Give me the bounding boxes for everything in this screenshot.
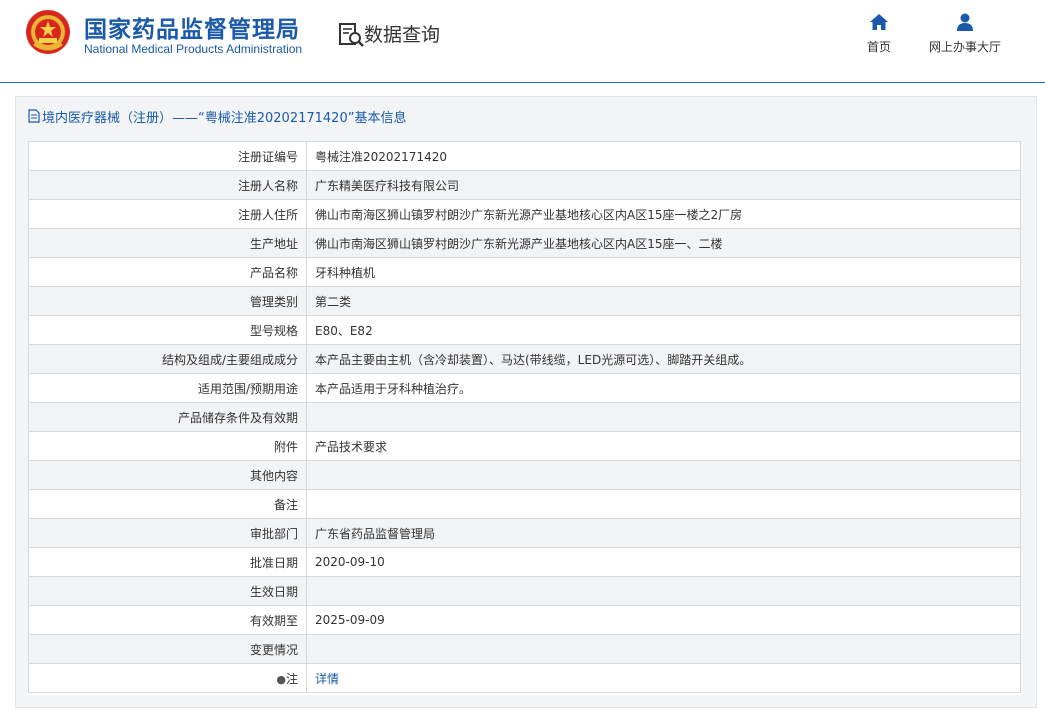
field-value: 第二类 — [306, 286, 1021, 316]
note-value-cell: 详情 — [306, 663, 1021, 693]
table-row: 型号规格 E80、E82 — [28, 315, 1021, 345]
table-row: 生效日期 — [28, 576, 1021, 606]
field-label: 适用范围/预期用途 — [28, 373, 307, 403]
field-label: 有效期至 — [28, 605, 307, 635]
field-value: 本产品适用于牙科种植治疗。 — [306, 373, 1021, 403]
field-value: E80、E82 — [306, 315, 1021, 345]
data-query-icon — [339, 23, 364, 47]
home-icon — [870, 14, 888, 30]
field-label: 型号规格 — [28, 315, 307, 345]
field-value: 佛山市南海区狮山镇罗村朗沙广东新光源产业基地核心区内A区15座一楼之2厂房 — [306, 199, 1021, 229]
site-title[interactable]: 国家药品监督管理局 — [84, 10, 300, 44]
field-value: 佛山市南海区狮山镇罗村朗沙广东新光源产业基地核心区内A区15座一、二楼 — [306, 228, 1021, 258]
field-value: 广东精美医疗科技有限公司 — [306, 170, 1021, 200]
detail-panel: 境内医疗器械（注册）——“粤械注准20202171420”基本信息 注册证编号粤… — [15, 96, 1037, 708]
field-value — [306, 634, 1021, 664]
panel-title: 境内医疗器械（注册）——“粤械注准20202171420”基本信息 — [28, 106, 406, 126]
field-value: 产品技术要求 — [306, 431, 1021, 461]
national-emblem-icon — [26, 10, 70, 54]
field-value — [306, 402, 1021, 432]
field-value: 2025-09-09 — [306, 605, 1021, 635]
table-row: 注册人名称 广东精美医疗科技有限公司 — [28, 170, 1021, 200]
field-value — [306, 489, 1021, 519]
field-label: 生产地址 — [28, 228, 307, 258]
table-row: 生产地址 佛山市南海区狮山镇罗村朗沙广东新光源产业基地核心区内A区15座一、二楼 — [28, 228, 1021, 258]
nav-home[interactable]: 首页 — [862, 12, 896, 55]
table-row: 有效期至 2025-09-09 — [28, 605, 1021, 635]
table-row: 变更情况 — [28, 634, 1021, 664]
field-value: 牙科种植机 — [306, 257, 1021, 287]
nav-online-hall-label: 网上办事大厅 — [928, 40, 1001, 54]
field-value — [306, 460, 1021, 490]
field-label: 产品储存条件及有效期 — [28, 402, 307, 432]
field-label: 管理类别 — [28, 286, 307, 316]
panel-title-text: 境内医疗器械（注册）——“粤械注准20202171420”基本信息 — [42, 110, 407, 126]
field-label: 产品名称 — [28, 257, 307, 287]
site-subtitle[interactable]: National Medical Products Administration — [84, 42, 302, 56]
data-query-title: 数据查询 — [364, 24, 441, 46]
field-value — [306, 576, 1021, 606]
field-label: 结构及组成/主要组成成分 — [28, 344, 307, 374]
table-row: 审批部门 广东省药品监督管理局 — [28, 518, 1021, 548]
user-icon — [957, 13, 973, 31]
info-table-wrapper: 注册证编号 粤械注准20202171420 注册人名称 广东精美医疗科技有限公司 注册人… — [28, 141, 1021, 695]
pin-icon: ● — [276, 672, 286, 686]
table-row: 结构及组成/主要组成成分 本产品主要由主机（含冷却装置）、马达(带线缆，LED光源… — [28, 344, 1021, 374]
note-label: 注 — [285, 671, 298, 686]
document-icon — [28, 109, 40, 123]
table-row: 备注 — [28, 489, 1021, 519]
table-row: 注册人住所 佛山市南海区狮山镇罗村朗沙广东新光源产业基地核心区内A区15座一楼之2… — [28, 199, 1021, 229]
field-value: 粤械注准20202171420 — [306, 141, 1021, 171]
details-link[interactable]: 详情 — [315, 672, 339, 686]
nav-home-label: 首页 — [866, 40, 891, 54]
note-label-cell: ●注 — [28, 663, 307, 693]
field-value: 2020-09-10 — [306, 547, 1021, 577]
field-label: 批准日期 — [28, 547, 307, 577]
site-header: 国家药品监督管理局 National Medical Products Admi… — [0, 0, 1045, 83]
table-row: 产品储存条件及有效期 — [28, 402, 1021, 432]
field-label: 审批部门 — [28, 518, 307, 548]
field-label: 注册人名称 — [28, 170, 307, 200]
table-row: 其他内容 — [28, 460, 1021, 490]
field-label: 生效日期 — [28, 576, 307, 606]
table-row: 批准日期 2020-09-10 — [28, 547, 1021, 577]
table-row-note: ●注 详情 — [28, 663, 1021, 693]
field-value: 广东省药品监督管理局 — [306, 518, 1021, 548]
field-label: 注册人住所 — [28, 199, 307, 229]
table-row: 适用范围/预期用途 本产品适用于牙科种植治疗。 — [28, 373, 1021, 403]
nav-online-hall[interactable]: 网上办事大厅 — [924, 12, 1006, 55]
field-label: 其他内容 — [28, 460, 307, 490]
field-label: 附件 — [28, 431, 307, 461]
field-label: 备注 — [28, 489, 307, 519]
table-row: 附件 产品技术要求 — [28, 431, 1021, 461]
info-table: 注册证编号 粤械注准20202171420 注册人名称 广东精美医疗科技有限公司 注册人… — [28, 141, 1021, 693]
table-row: 注册证编号 粤械注准20202171420 — [28, 141, 1021, 171]
field-value: 本产品主要由主机（含冷却装置）、马达(带线缆，LED光源可选）、脚踏开关组成。 — [306, 344, 1021, 374]
field-label: 变更情况 — [28, 634, 307, 664]
table-row: 产品名称 牙科种植机 — [28, 257, 1021, 287]
field-label: 注册证编号 — [28, 141, 307, 171]
table-row: 管理类别 第二类 — [28, 286, 1021, 316]
